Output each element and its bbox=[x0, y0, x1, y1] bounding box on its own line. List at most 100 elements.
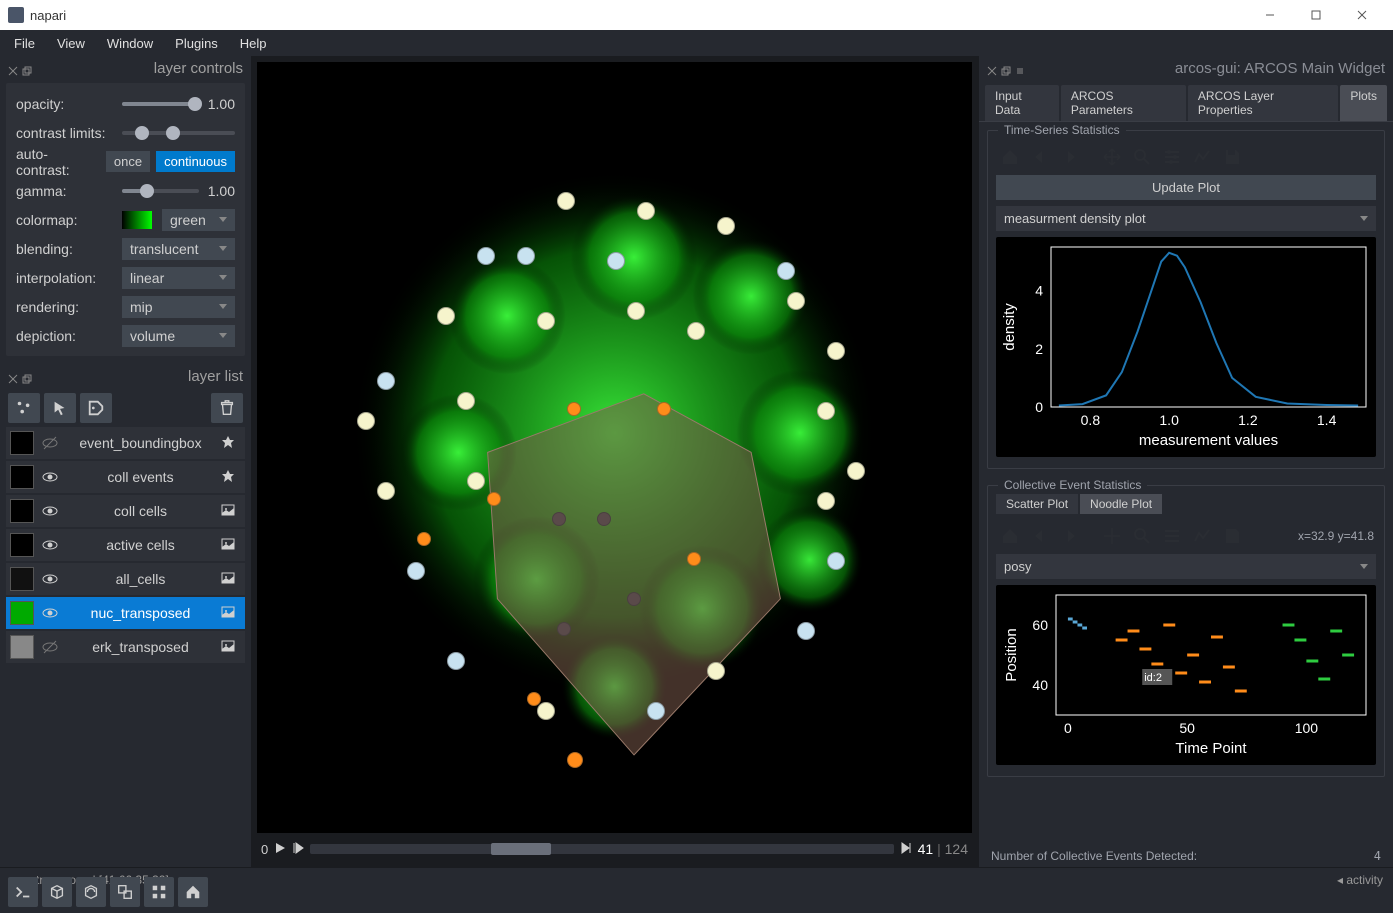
noodle-axis-select[interactable]: posy bbox=[996, 554, 1376, 579]
collapse-icon[interactable] bbox=[8, 64, 18, 74]
interpolation-select[interactable]: linear bbox=[122, 267, 235, 289]
cell-marker bbox=[817, 492, 835, 510]
colormap-select[interactable]: green bbox=[162, 209, 235, 231]
layer-name-label: all_cells bbox=[66, 571, 215, 587]
rendering-select[interactable]: mip bbox=[122, 296, 235, 318]
edit-icon[interactable] bbox=[1190, 524, 1214, 548]
menu-view[interactable]: View bbox=[47, 33, 95, 54]
collapse-icon[interactable] bbox=[8, 372, 18, 382]
cell-marker bbox=[567, 402, 581, 416]
ndisplay-button[interactable] bbox=[42, 877, 72, 907]
pan-icon[interactable] bbox=[1100, 145, 1124, 169]
minimize-button[interactable] bbox=[1247, 0, 1293, 30]
layer-item[interactable]: erk_transposed bbox=[6, 631, 245, 663]
svg-text:density: density bbox=[1001, 303, 1018, 351]
update-plot-button[interactable]: Update Plot bbox=[996, 175, 1376, 200]
visibility-toggle[interactable] bbox=[40, 469, 60, 485]
zoom-icon[interactable] bbox=[1130, 145, 1154, 169]
svg-text:Time Point: Time Point bbox=[1175, 740, 1247, 757]
cell-marker bbox=[687, 322, 705, 340]
opacity-slider[interactable] bbox=[122, 102, 199, 106]
popout-icon[interactable] bbox=[22, 64, 32, 74]
svg-text:1.4: 1.4 bbox=[1317, 412, 1337, 428]
timeline-slider[interactable] bbox=[310, 844, 893, 854]
menubar: File View Window Plugins Help bbox=[0, 30, 1393, 56]
visibility-toggle[interactable] bbox=[40, 571, 60, 587]
save-icon[interactable] bbox=[1220, 524, 1244, 548]
edit-icon[interactable] bbox=[1190, 145, 1214, 169]
autocontrast-once-button[interactable]: once bbox=[106, 151, 150, 172]
zoom-icon[interactable] bbox=[1130, 524, 1154, 548]
layer-item[interactable]: event_boundingbox bbox=[6, 427, 245, 459]
forward-icon[interactable] bbox=[1058, 524, 1082, 548]
timeline-end-button[interactable] bbox=[900, 842, 912, 857]
popout-icon[interactable] bbox=[1001, 64, 1011, 74]
layer-item[interactable]: active cells bbox=[6, 529, 245, 561]
gamma-value: 1.00 bbox=[205, 183, 235, 199]
home-icon[interactable] bbox=[998, 145, 1022, 169]
cell-marker bbox=[447, 652, 465, 670]
contrast-slider[interactable] bbox=[122, 131, 235, 135]
visibility-toggle[interactable] bbox=[40, 503, 60, 519]
ce-title: Collective Event Statistics bbox=[998, 478, 1147, 492]
layer-item[interactable]: coll cells bbox=[6, 495, 245, 527]
timeline-step-button[interactable] bbox=[292, 842, 304, 857]
forward-icon[interactable] bbox=[1058, 145, 1082, 169]
chevron-down-icon bbox=[219, 217, 227, 222]
menu-plugins[interactable]: Plugins bbox=[165, 33, 228, 54]
svg-text:0: 0 bbox=[1035, 399, 1043, 415]
visibility-toggle[interactable] bbox=[40, 537, 60, 553]
layer-item[interactable]: nuc_transposed bbox=[6, 597, 245, 629]
tab-arcos-parameters[interactable]: ARCOS Parameters bbox=[1061, 85, 1186, 121]
app-icon bbox=[8, 7, 24, 23]
menu-file[interactable]: File bbox=[4, 33, 45, 54]
depiction-label: depiction: bbox=[16, 328, 116, 344]
delete-layer-button[interactable] bbox=[211, 393, 243, 423]
maximize-button[interactable] bbox=[1293, 0, 1339, 30]
activity-indicator[interactable]: ◂ activity bbox=[1337, 873, 1383, 887]
select-tool[interactable] bbox=[44, 393, 76, 423]
configure-icon[interactable] bbox=[1160, 524, 1184, 548]
tab-plots[interactable]: Plots bbox=[1340, 85, 1387, 121]
visibility-toggle[interactable] bbox=[40, 605, 60, 621]
grid-button[interactable] bbox=[144, 877, 174, 907]
save-icon[interactable] bbox=[1220, 145, 1244, 169]
layer-item[interactable]: coll events bbox=[6, 461, 245, 493]
home-icon[interactable] bbox=[998, 524, 1022, 548]
tab-layer-properties[interactable]: ARCOS Layer Properties bbox=[1188, 85, 1338, 121]
plot-type-select[interactable]: measurment density plot bbox=[996, 206, 1376, 231]
canvas-viewport[interactable] bbox=[257, 62, 972, 833]
back-icon[interactable] bbox=[1028, 145, 1052, 169]
depiction-select[interactable]: volume bbox=[122, 325, 235, 347]
label-tool[interactable] bbox=[80, 393, 112, 423]
home-button[interactable] bbox=[178, 877, 208, 907]
transpose-button[interactable] bbox=[110, 877, 140, 907]
visibility-toggle[interactable] bbox=[40, 639, 60, 655]
close-icon[interactable] bbox=[987, 64, 997, 74]
close-button[interactable] bbox=[1339, 0, 1385, 30]
layer-thumb bbox=[10, 635, 34, 659]
visibility-toggle[interactable] bbox=[40, 435, 60, 451]
svg-text:100: 100 bbox=[1295, 720, 1319, 736]
chevron-down-icon bbox=[219, 304, 227, 309]
image-icon bbox=[221, 639, 241, 656]
collapse-icon[interactable] bbox=[1015, 64, 1025, 74]
menu-window[interactable]: Window bbox=[97, 33, 163, 54]
popout-icon[interactable] bbox=[22, 372, 32, 382]
pan-icon[interactable] bbox=[1100, 524, 1124, 548]
points-tool[interactable] bbox=[8, 393, 40, 423]
subtab-noodle[interactable]: Noodle Plot bbox=[1080, 494, 1162, 514]
back-icon[interactable] bbox=[1028, 524, 1052, 548]
configure-icon[interactable] bbox=[1160, 145, 1184, 169]
subtab-scatter[interactable]: Scatter Plot bbox=[996, 494, 1078, 514]
layer-item[interactable]: all_cells bbox=[6, 563, 245, 595]
roll-button[interactable] bbox=[76, 877, 106, 907]
timeline-play-button[interactable] bbox=[274, 842, 286, 857]
gamma-slider[interactable] bbox=[122, 189, 199, 193]
console-button[interactable] bbox=[8, 877, 38, 907]
menu-help[interactable]: Help bbox=[230, 33, 277, 54]
chevron-down-icon bbox=[219, 246, 227, 251]
tab-input-data[interactable]: Input Data bbox=[985, 85, 1059, 121]
blending-select[interactable]: translucent bbox=[122, 238, 235, 260]
autocontrast-continuous-button[interactable]: continuous bbox=[156, 151, 235, 172]
